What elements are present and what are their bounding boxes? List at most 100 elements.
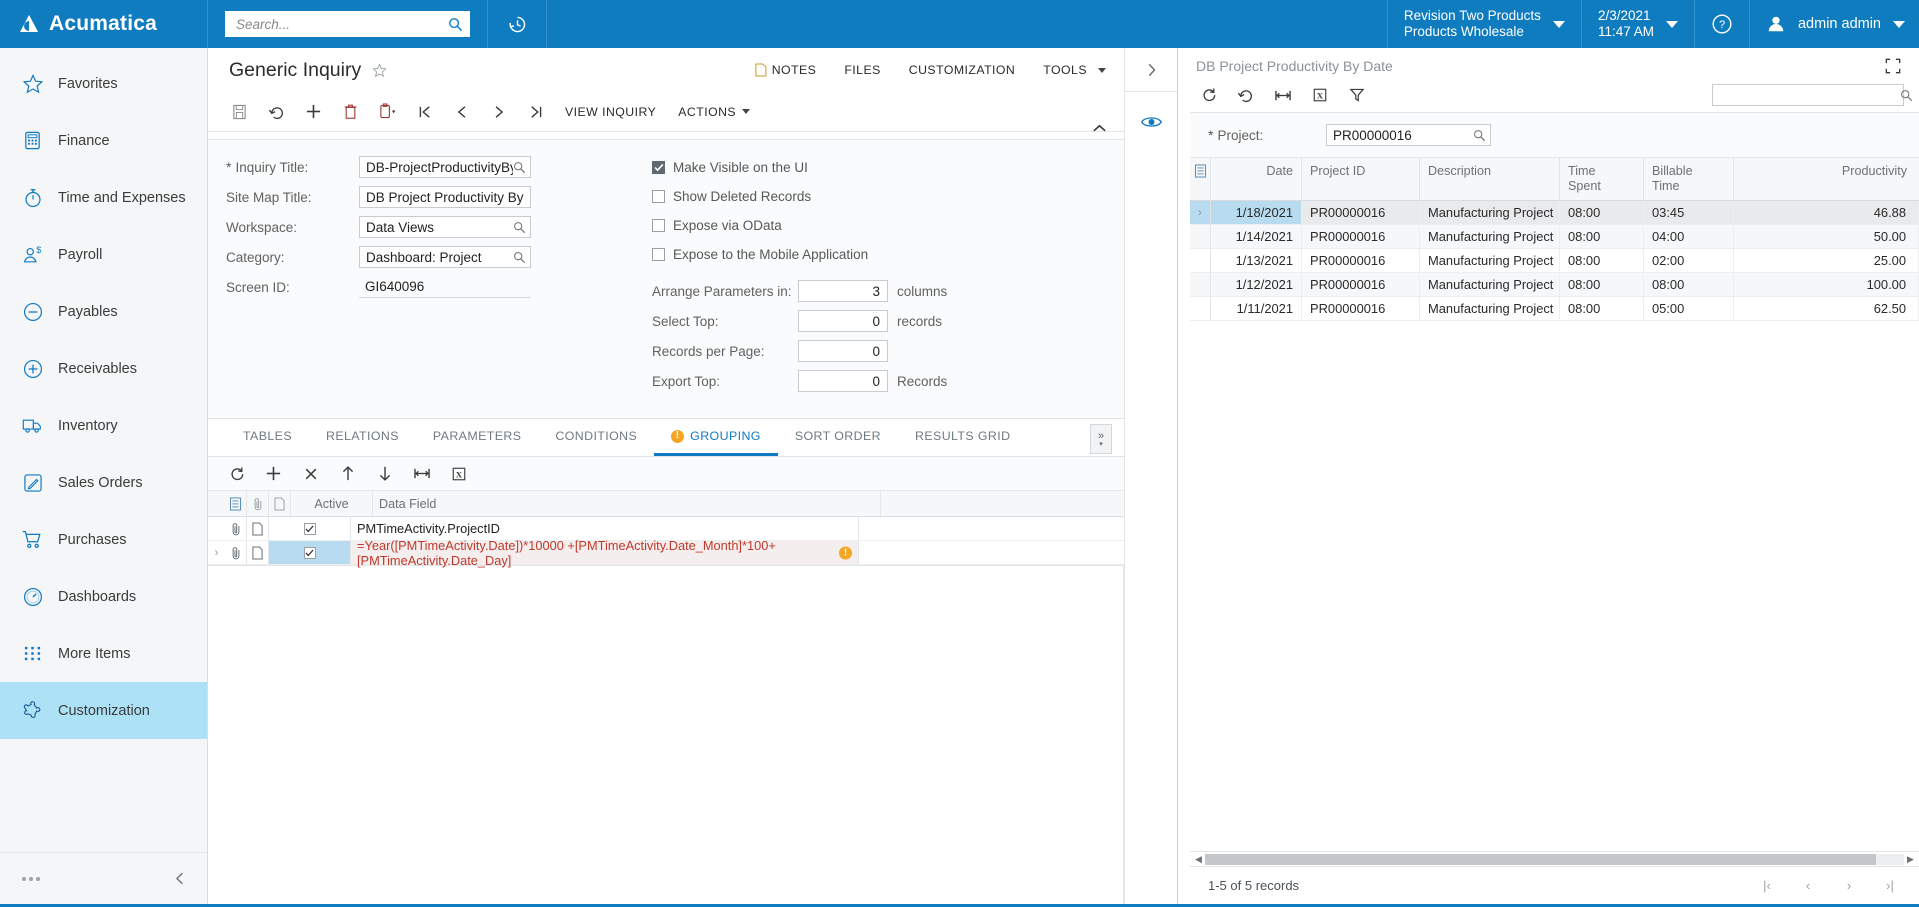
data-field-cell[interactable]: =Year([PMTimeActivity.Date])*10000 +[PMT… bbox=[351, 538, 859, 568]
help-button[interactable]: ? bbox=[1693, 0, 1749, 48]
row-selector[interactable] bbox=[1190, 273, 1211, 296]
scroll-right-arrow-icon[interactable]: ▶ bbox=[1904, 854, 1917, 865]
first-record-icon[interactable] bbox=[406, 97, 443, 127]
chevron-double-right-icon[interactable]: » ▾ bbox=[1090, 424, 1112, 454]
tab-sort-order[interactable]: SORT ORDER bbox=[778, 419, 898, 456]
records-per-page-input[interactable]: 0 bbox=[798, 340, 888, 362]
active-checkbox[interactable] bbox=[303, 522, 316, 535]
sidebar-item-receivables[interactable]: Receivables bbox=[0, 340, 207, 397]
search-input[interactable] bbox=[234, 15, 448, 33]
scroll-left-arrow-icon[interactable]: ◀ bbox=[1192, 854, 1205, 865]
sidebar-item-time-and-expenses[interactable]: Time and Expenses bbox=[0, 169, 207, 226]
expose-to-mobile-checkbox[interactable] bbox=[652, 247, 665, 261]
lookup-icon[interactable] bbox=[513, 161, 526, 174]
files-button[interactable]: FILES bbox=[844, 63, 880, 77]
expose-via-odata-row[interactable]: Expose via OData bbox=[652, 214, 1124, 236]
sidebar-item-payables[interactable]: Payables bbox=[0, 283, 207, 340]
search-box[interactable] bbox=[225, 11, 470, 37]
chevron-up-icon[interactable] bbox=[1088, 118, 1110, 138]
recent-history-button[interactable] bbox=[487, 0, 547, 48]
table-row[interactable]: 1/14/2021 PR00000016 Manufacturing Proje… bbox=[1190, 225, 1919, 249]
search-icon[interactable] bbox=[448, 17, 463, 32]
lookup-icon[interactable] bbox=[1473, 129, 1486, 142]
lookup-icon[interactable] bbox=[513, 221, 526, 234]
sidebar-item-customization[interactable]: Customization bbox=[0, 682, 207, 739]
sidebar-item-payroll[interactable]: $ Payroll bbox=[0, 226, 207, 283]
actions-menu-button[interactable]: ACTIONS bbox=[667, 97, 761, 127]
tab-results-grid[interactable]: RESULTS GRID bbox=[898, 419, 1027, 456]
company-selector[interactable]: Revision Two Products Products Wholesale bbox=[1386, 0, 1581, 48]
fit-columns-icon[interactable] bbox=[1264, 81, 1301, 109]
previous-record-icon[interactable] bbox=[443, 97, 480, 127]
star-outline-icon[interactable] bbox=[372, 62, 387, 78]
project-id-column-header[interactable]: Project ID bbox=[1302, 158, 1420, 200]
expose-to-mobile-row[interactable]: Expose to the Mobile Application bbox=[652, 243, 1124, 265]
sidebar-item-inventory[interactable]: Inventory bbox=[0, 397, 207, 454]
tab-relations[interactable]: RELATIONS bbox=[309, 419, 416, 456]
note-page-icon[interactable] bbox=[247, 541, 269, 564]
next-page-button[interactable]: › bbox=[1830, 873, 1868, 899]
grid-settings-icon[interactable] bbox=[225, 491, 247, 516]
make-visible-on-ui-row[interactable]: Make Visible on the UI bbox=[652, 156, 1124, 178]
user-menu[interactable]: admin admin bbox=[1748, 0, 1919, 48]
next-record-icon[interactable] bbox=[480, 97, 517, 127]
business-date-selector[interactable]: 2/3/2021 11:47 AM bbox=[1580, 0, 1694, 48]
tools-menu-button[interactable]: TOOLS bbox=[1043, 63, 1106, 77]
row-selector[interactable]: › bbox=[1190, 201, 1211, 224]
preview-toggle-button[interactable] bbox=[1125, 92, 1178, 152]
last-page-button[interactable]: ›| bbox=[1871, 873, 1909, 899]
table-row[interactable]: 1/12/2021 PR00000016 Manufacturing Proje… bbox=[1190, 273, 1919, 297]
previous-page-button[interactable]: ‹ bbox=[1789, 873, 1827, 899]
show-deleted-records-row[interactable]: Show Deleted Records bbox=[652, 185, 1124, 207]
lookup-icon[interactable] bbox=[513, 251, 526, 264]
row-expander[interactable] bbox=[208, 517, 225, 540]
preview-search-input[interactable] bbox=[1720, 86, 1900, 104]
make-visible-on-ui-checkbox[interactable] bbox=[652, 160, 665, 174]
save-icon[interactable] bbox=[221, 97, 258, 127]
row-expander[interactable]: › bbox=[208, 541, 225, 564]
scrollbar-track[interactable] bbox=[1205, 853, 1904, 865]
chevron-left-icon[interactable] bbox=[174, 871, 187, 886]
date-column-header[interactable]: Date bbox=[1211, 158, 1302, 200]
row-selector[interactable] bbox=[1190, 225, 1211, 248]
delete-icon[interactable] bbox=[332, 97, 369, 127]
move-up-icon[interactable] bbox=[329, 460, 366, 488]
sidebar-item-more-items[interactable]: More Items bbox=[0, 625, 207, 682]
paperclip-icon[interactable] bbox=[225, 517, 247, 540]
show-deleted-records-checkbox[interactable] bbox=[652, 189, 665, 203]
refresh-icon[interactable] bbox=[218, 460, 255, 488]
active-checkbox[interactable] bbox=[303, 546, 316, 559]
tab-parameters[interactable]: PARAMETERS bbox=[416, 419, 538, 456]
expose-via-odata-checkbox[interactable] bbox=[652, 218, 665, 232]
active-cell[interactable] bbox=[269, 517, 351, 540]
row-selector[interactable] bbox=[1190, 249, 1211, 272]
arrange-parameters-input[interactable]: 3 bbox=[798, 280, 888, 302]
note-page-icon[interactable] bbox=[247, 517, 269, 540]
filter-icon[interactable] bbox=[1338, 81, 1375, 109]
add-new-icon[interactable] bbox=[295, 97, 332, 127]
move-down-icon[interactable] bbox=[366, 460, 403, 488]
sidebar-item-favorites[interactable]: Favorites bbox=[0, 55, 207, 112]
inquiry-title-field[interactable]: DB-ProjectProductivityByDate bbox=[359, 156, 531, 178]
export-excel-icon[interactable]: X bbox=[1301, 81, 1338, 109]
paperclip-icon[interactable] bbox=[225, 541, 247, 564]
export-top-input[interactable]: 0 bbox=[798, 370, 888, 392]
sidebar-item-sales-orders[interactable]: Sales Orders bbox=[0, 454, 207, 511]
scrollbar-thumb[interactable] bbox=[1205, 853, 1877, 865]
last-record-icon[interactable] bbox=[517, 97, 554, 127]
warning-icon[interactable]: ! bbox=[839, 546, 852, 559]
sidebar-item-purchases[interactable]: Purchases bbox=[0, 511, 207, 568]
view-inquiry-button[interactable]: VIEW INQUIRY bbox=[554, 97, 667, 127]
project-field[interactable]: PR00000016 bbox=[1326, 124, 1491, 146]
active-column-header[interactable]: Active bbox=[291, 491, 373, 516]
table-row[interactable]: 1/11/2021 PR00000016 Manufacturing Proje… bbox=[1190, 297, 1919, 321]
table-row[interactable]: › 1/18/2021 PR00000016 Manufacturing Pro… bbox=[1190, 201, 1919, 225]
table-row[interactable]: › =Year([PMTimeActivity.Date])*10000 +[P… bbox=[208, 538, 1124, 568]
tab-grouping[interactable]: ! GROUPING bbox=[654, 419, 778, 456]
billable-time-column-header[interactable]: Billable Time bbox=[1644, 158, 1734, 200]
table-row[interactable]: 1/13/2021 PR00000016 Manufacturing Proje… bbox=[1190, 249, 1919, 273]
add-row-icon[interactable] bbox=[255, 460, 292, 488]
preview-search-box[interactable] bbox=[1712, 84, 1913, 106]
search-icon[interactable] bbox=[1900, 89, 1913, 102]
first-page-button[interactable]: |‹ bbox=[1748, 873, 1786, 899]
